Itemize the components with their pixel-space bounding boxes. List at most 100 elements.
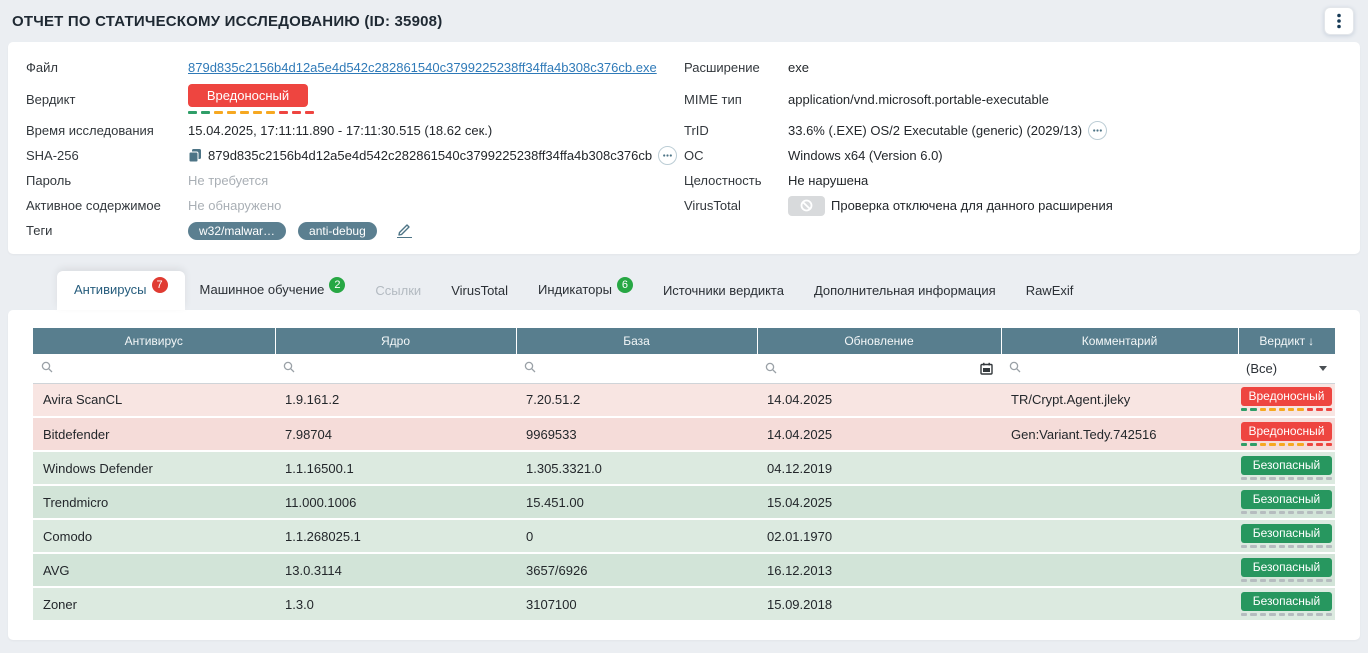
tags-row: Теги w32/malwar… anti-debug — [26, 218, 684, 243]
tab-3: Ссылки — [360, 272, 436, 310]
sha256-label: SHA-256 — [26, 148, 188, 163]
extension-row: Расширение exe — [684, 55, 1342, 80]
integrity-value: Не нарушена — [788, 173, 868, 188]
filter-comment[interactable] — [1001, 354, 1238, 383]
cell-antivirus: Avira ScanCL — [33, 383, 275, 417]
cell-comment — [1001, 485, 1238, 519]
trid-label: TrID — [684, 123, 788, 138]
table-row[interactable]: Zoner 1.3.0 3107100 15.09.2018 Безопасны… — [33, 587, 1335, 621]
cell-engine: 1.1.16500.1 — [275, 451, 516, 485]
kebab-menu-button[interactable] — [1324, 7, 1354, 35]
verdict-badge: Безопасный — [1241, 524, 1332, 543]
mime-row: MIME тип application/vnd.microsoft.porta… — [684, 80, 1342, 118]
cell-antivirus: Zoner — [33, 587, 275, 621]
verdict-scale-indicator — [1241, 579, 1332, 582]
column-header[interactable]: Антивирус — [33, 328, 275, 354]
verdict-badge: Вредоносный — [1241, 422, 1332, 441]
tag-pill: w32/malwar… — [188, 222, 286, 240]
os-label: ОС — [684, 148, 788, 163]
column-header[interactable]: Ядро — [275, 328, 516, 354]
cell-verdict: Безопасный — [1238, 587, 1335, 621]
tab-label: Индикаторы — [538, 282, 612, 297]
search-icon — [283, 361, 295, 373]
copy-icon[interactable] — [188, 148, 202, 163]
cell-verdict: Вредоносный — [1238, 417, 1335, 451]
cell-verdict: Безопасный — [1238, 519, 1335, 553]
verdict-scale-indicator — [1241, 613, 1332, 616]
tab-4[interactable]: VirusTotal — [436, 272, 523, 310]
tab-count-badge: 7 — [152, 277, 168, 293]
extension-label: Расширение — [684, 60, 788, 75]
password-value: Не требуется — [188, 173, 268, 188]
info-right-column: Расширение exe MIME тип application/vnd.… — [684, 55, 1342, 239]
ellipsis-icon — [663, 154, 672, 157]
cell-base: 3657/6926 — [516, 553, 757, 587]
cell-updated: 15.09.2018 — [757, 587, 1001, 621]
table-row[interactable]: Bitdefender 7.98704 9969533 14.04.2025 G… — [33, 417, 1335, 451]
table-filter-row: (Все) — [33, 354, 1335, 383]
filter-base[interactable] — [516, 354, 757, 383]
verdict-filter-value: (Все) — [1246, 361, 1277, 376]
column-header[interactable]: База — [516, 328, 757, 354]
edit-tags-button[interactable] — [397, 223, 412, 238]
table-row[interactable]: Trendmicro 11.000.1006 15.451.00 15.04.2… — [33, 485, 1335, 519]
mime-value: application/vnd.microsoft.portable-execu… — [788, 92, 1049, 107]
table-row[interactable]: AVG 13.0.3114 3657/6926 16.12.2013 Безоп… — [33, 553, 1335, 587]
filter-engine[interactable] — [275, 354, 516, 383]
tab-1[interactable]: Антивирусы 7 — [57, 271, 185, 310]
ellipsis-icon — [1093, 129, 1102, 132]
filter-verdict[interactable]: (Все) — [1238, 354, 1335, 383]
info-left-column: Файл 879d835c2156b4d12a5e4d542c282861540… — [26, 55, 684, 239]
password-label: Пароль — [26, 173, 188, 188]
table-row[interactable]: Comodo 1.1.268025.1 0 02.01.1970 Безопас… — [33, 519, 1335, 553]
verdict-badge: Безопасный — [1241, 490, 1332, 509]
sha256-row: SHA-256 879d835c2156b4d12a5e4d542c282861… — [26, 143, 684, 168]
tab-label: Антивирусы — [74, 282, 147, 297]
tab-5[interactable]: Индикаторы 6 — [523, 271, 648, 310]
verdict-badge: Вредоносный — [1241, 387, 1332, 406]
calendar-icon[interactable] — [980, 362, 993, 375]
filter-updated[interactable] — [757, 354, 1001, 383]
search-icon — [524, 361, 536, 373]
cell-comment: Gen:Variant.Tedy.742516 — [1001, 417, 1238, 451]
trid-more-button[interactable] — [1088, 121, 1107, 140]
tab-label: RawExif — [1026, 283, 1074, 298]
sha256-value: 879d835c2156b4d12a5e4d542c282861540c3799… — [208, 148, 652, 163]
integrity-label: Целостность — [684, 173, 788, 188]
tab-8[interactable]: RawExif — [1011, 272, 1089, 310]
tab-label: Ссылки — [375, 283, 421, 298]
file-name-link[interactable]: 879d835c2156b4d12a5e4d542c282861540c3799… — [188, 60, 657, 75]
cell-updated: 04.12.2019 — [757, 451, 1001, 485]
analysis-time-label: Время исследования — [26, 123, 188, 138]
table-row[interactable]: Windows Defender 1.1.16500.1 1.305.3321.… — [33, 451, 1335, 485]
cell-engine: 1.3.0 — [275, 587, 516, 621]
tag-pill: anti-debug — [298, 222, 377, 240]
active-content-label: Активное содержимое — [26, 198, 188, 213]
verdict-label: Вердикт — [26, 92, 188, 107]
trid-row: TrID 33.6% (.EXE) OS/2 Executable (gener… — [684, 118, 1342, 143]
tab-count-badge: 6 — [617, 277, 633, 293]
table-row[interactable]: Avira ScanCL 1.9.161.2 7.20.51.2 14.04.2… — [33, 383, 1335, 417]
antivirus-table: АнтивирусЯдроБазаОбновлениеКомментарийВе… — [33, 328, 1335, 622]
tab-2[interactable]: Машинное обучение2 — [185, 271, 361, 310]
verdict-scale-indicator — [1241, 477, 1332, 480]
cell-verdict: Вредоносный — [1238, 383, 1335, 417]
cell-antivirus: Bitdefender — [33, 417, 275, 451]
sha256-more-button[interactable] — [658, 146, 677, 165]
column-header[interactable]: Обновление — [757, 328, 1001, 354]
tab-6[interactable]: Источники вердикта — [648, 272, 799, 310]
verdict-scale-indicator — [1241, 408, 1332, 411]
cell-updated: 15.04.2025 — [757, 485, 1001, 519]
column-header[interactable]: Вердикт↓ — [1238, 328, 1335, 354]
tags-label: Теги — [26, 223, 188, 238]
cell-base: 3107100 — [516, 587, 757, 621]
virustotal-label: VirusTotal — [684, 198, 788, 213]
cell-engine: 7.98704 — [275, 417, 516, 451]
tab-7[interactable]: Дополнительная информация — [799, 272, 1011, 310]
column-header[interactable]: Комментарий — [1001, 328, 1238, 354]
file-info-panel: Файл 879d835c2156b4d12a5e4d542c282861540… — [8, 42, 1360, 254]
pencil-icon — [398, 223, 411, 236]
filter-antivirus[interactable] — [33, 354, 275, 383]
cell-base: 7.20.51.2 — [516, 383, 757, 417]
disabled-check-badge — [788, 196, 825, 216]
